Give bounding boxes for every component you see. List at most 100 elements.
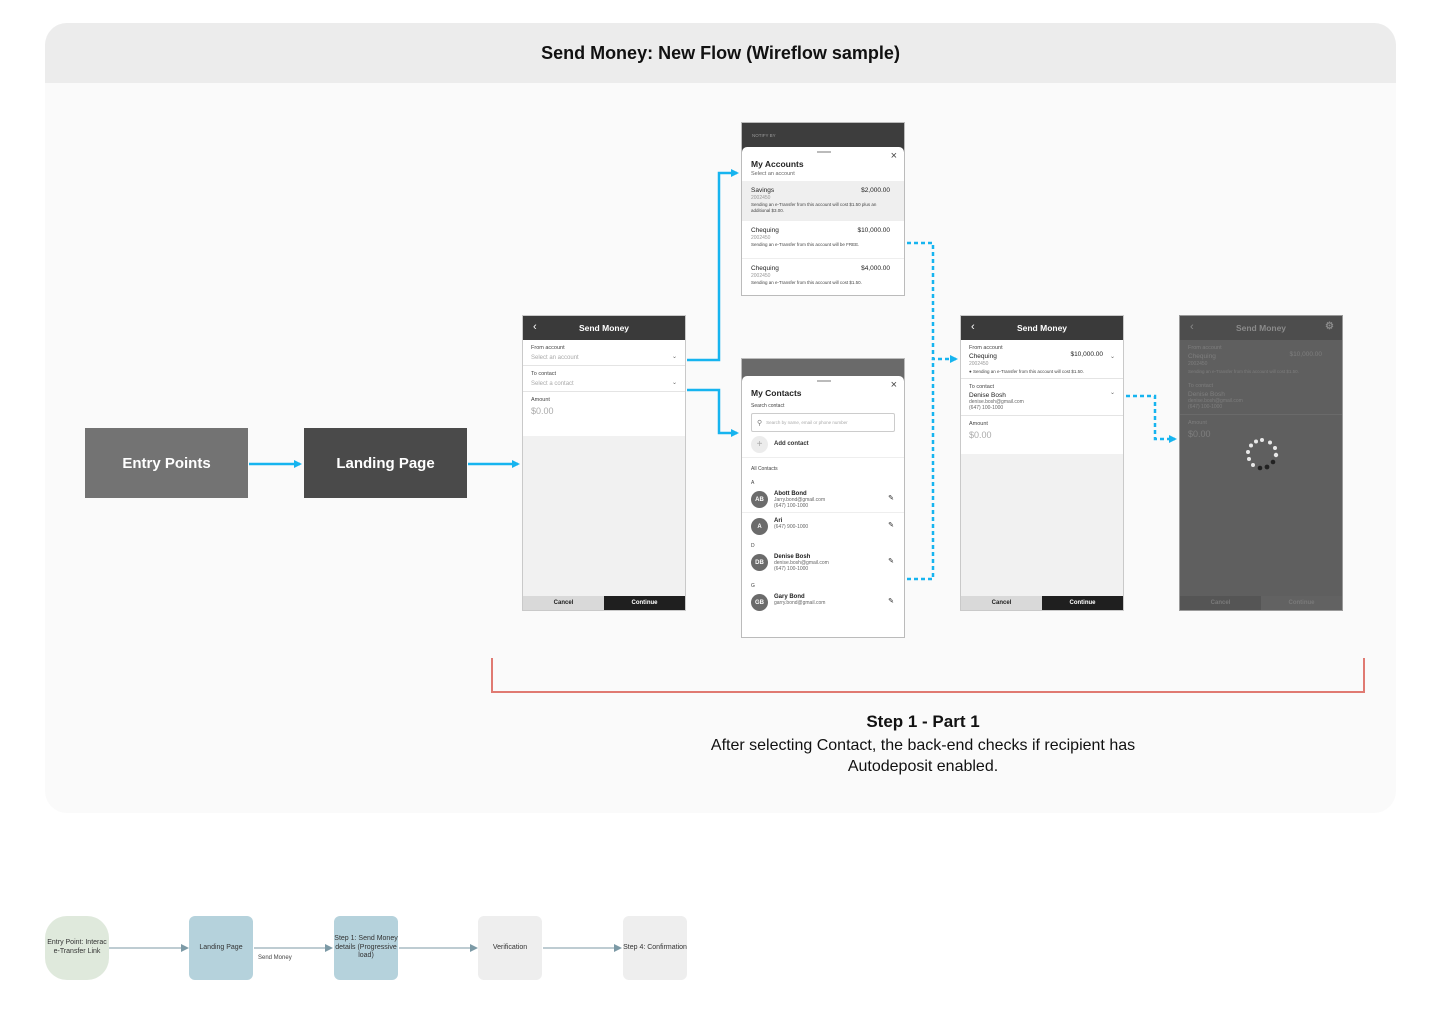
account-row[interactable]: Chequing $4,000.00 2002450 Sending an e-…	[742, 259, 904, 290]
account-number: 2002450	[751, 235, 771, 241]
sheet-handle[interactable]	[817, 380, 831, 382]
mini-landing-label: Landing Page	[199, 943, 243, 951]
contact-email: garry.bond@gmail.com	[774, 600, 826, 606]
continue-button[interactable]: Continue	[604, 596, 685, 610]
selected-contact-phone: (647) 100-1000	[1188, 404, 1223, 410]
accounts-sheet: × My Accounts Select an account Savings …	[742, 147, 904, 295]
screen-title: Send Money	[1235, 323, 1287, 333]
to-contact-label: To contact	[1188, 383, 1214, 389]
screen-title: Send Money	[1016, 323, 1068, 333]
sheet-title: My Contacts	[751, 388, 802, 398]
edit-icon[interactable]: ✎	[888, 557, 894, 565]
landing-page-box: Landing Page	[304, 428, 467, 498]
mini-step1: Step 1: Send Money details (Progressive …	[334, 916, 398, 980]
account-number: 2002450	[751, 195, 771, 201]
mini-entry-label: Entry Point: Interac e-Transfer Link	[47, 939, 107, 955]
account-note: Sending an e-Transfer from this account …	[751, 242, 860, 247]
chevron-down-icon: ⌄	[671, 354, 677, 360]
back-icon[interactable]: ‹	[533, 321, 537, 333]
selected-account-balance: $10,000.00	[1289, 351, 1322, 358]
account-balance: $10,000.00	[857, 227, 890, 234]
selected-account-number: 2002450	[1188, 361, 1208, 367]
from-account-select[interactable]: From account Select an account ⌄	[523, 340, 685, 366]
back-icon[interactable]: ‹	[971, 321, 975, 333]
selected-account-balance: $10,000.00	[1070, 351, 1103, 358]
close-icon[interactable]: ×	[891, 150, 897, 162]
account-number: 2002450	[751, 273, 771, 279]
fee-note-text: Sending an e-Transfer from this account …	[972, 369, 1084, 374]
amount-field[interactable]: Amount $0.00	[961, 416, 1123, 444]
account-note: Sending an e-Transfer from this account …	[751, 202, 877, 213]
loading-screen: ‹ Send Money ⚙ From account Chequing $10…	[1179, 315, 1343, 611]
from-account-placeholder: Select an account	[531, 355, 579, 361]
account-row[interactable]: Chequing $10,000.00 2002450 Sending an e…	[742, 221, 904, 259]
mini-verification: Verification	[478, 916, 542, 980]
content-area	[961, 454, 1123, 598]
selected-account-number: 2002450	[969, 361, 989, 367]
content-area	[523, 436, 685, 598]
amount-label: Amount	[531, 397, 550, 403]
send-money-screen: ‹ Send Money From account Select an acco…	[522, 315, 686, 611]
cancel-button[interactable]: Cancel	[961, 596, 1042, 610]
close-icon[interactable]: ×	[891, 379, 897, 391]
cancel-button[interactable]: Cancel	[523, 596, 604, 610]
avatar: DB	[751, 554, 768, 571]
fee-note: ● Sending an e-Transfer from this accoun…	[961, 369, 1123, 379]
avatar: A	[751, 518, 768, 535]
amount-value: $0.00	[969, 430, 992, 440]
screen-header: ‹ Send Money	[961, 316, 1123, 340]
contact-row[interactable]: AB Abott Bond Jarry.bond@gmail.com (647)…	[742, 486, 904, 513]
amount-field[interactable]: Amount $0.00	[523, 392, 685, 420]
send-money-filled-screen: ‹ Send Money From account Chequing $10,0…	[960, 315, 1124, 611]
button-row: Cancel Continue	[961, 596, 1123, 610]
selected-contact-name: Denise Bosh	[969, 392, 1006, 399]
loading-spinner-icon	[1246, 438, 1279, 471]
to-contact-label: To contact	[969, 384, 995, 390]
fee-note-text: Sending an e-Transfer from this account …	[1188, 369, 1299, 374]
contact-phone: (647) 100-1000	[774, 503, 809, 509]
continue-button[interactable]: Continue	[1042, 596, 1123, 610]
button-row: Cancel Continue	[523, 596, 685, 610]
accounts-sheet-screen: NOTIFY BY × My Accounts Select an accoun…	[741, 122, 905, 296]
contacts-sheet: × My Contacts Search contact ⚲ Search by…	[742, 376, 904, 637]
search-icon: ⚲	[757, 419, 763, 427]
search-contact-label: Search contact	[751, 403, 785, 409]
mini-landing-page: Landing Page	[189, 916, 253, 980]
contact-row[interactable]: DB Denise Bosh denise.bosh@gmail.com (64…	[742, 549, 904, 579]
button-row: Cancel Continue	[1180, 596, 1342, 610]
gear-icon: ⚙	[1325, 321, 1334, 332]
to-contact-select: To contact Denise Bosh denise.bosh@gmail…	[1180, 378, 1342, 415]
fee-note: Sending an e-Transfer from this account …	[1180, 369, 1342, 378]
from-account-select[interactable]: From account Chequing $10,000.00 ⌄ 20024…	[961, 340, 1123, 369]
landing-page-label: Landing Page	[336, 454, 435, 472]
account-balance: $4,000.00	[861, 265, 890, 272]
edit-icon[interactable]: ✎	[888, 494, 894, 502]
chevron-down-icon: ⌄	[671, 380, 677, 386]
edit-icon[interactable]: ✎	[888, 521, 894, 529]
mini-step4: Step 4: Confirmation	[623, 916, 687, 980]
all-contacts-heading: All Contacts	[751, 466, 778, 472]
contact-row[interactable]: A Ari (647) 900-1000 ✎	[742, 513, 904, 540]
account-note: Sending an e-Transfer from this account …	[751, 280, 862, 285]
step-description: After selecting Contact, the back-end ch…	[710, 737, 1136, 775]
add-contact-button[interactable]: + Add contact	[742, 432, 904, 458]
to-contact-placeholder: Select a contact	[531, 381, 574, 387]
entry-points-box: Entry Points	[85, 428, 248, 498]
back-icon: ‹	[1190, 321, 1194, 333]
board-header: Send Money: New Flow (Wireflow sample)	[45, 23, 1396, 83]
edit-icon[interactable]: ✎	[888, 597, 894, 605]
to-contact-select[interactable]: To contact Select a contact ⌄	[523, 366, 685, 392]
contact-search-input[interactable]: ⚲ Search by name, email or phone number	[751, 413, 895, 432]
to-contact-select[interactable]: To contact Denise Bosh denise.bosh@gmail…	[961, 379, 1123, 416]
to-contact-label: To contact	[531, 371, 557, 377]
account-row[interactable]: Savings $2,000.00 2002450 Sending an e-T…	[742, 181, 904, 221]
sheet-handle[interactable]	[817, 151, 831, 153]
mini-verification-label: Verification	[492, 943, 528, 951]
sheet-title: My Accounts	[751, 159, 804, 169]
chevron-down-icon: ⌄	[1109, 354, 1115, 360]
chevron-down-icon: ⌄	[1109, 390, 1115, 396]
board-title: Send Money: New Flow (Wireflow sample)	[541, 42, 900, 63]
selected-contact-phone: (647) 100-1000	[969, 405, 1004, 411]
contact-row[interactable]: GB Gary Bond garry.bond@gmail.com ✎	[742, 589, 904, 616]
search-placeholder: Search by name, email or phone number	[766, 420, 848, 425]
